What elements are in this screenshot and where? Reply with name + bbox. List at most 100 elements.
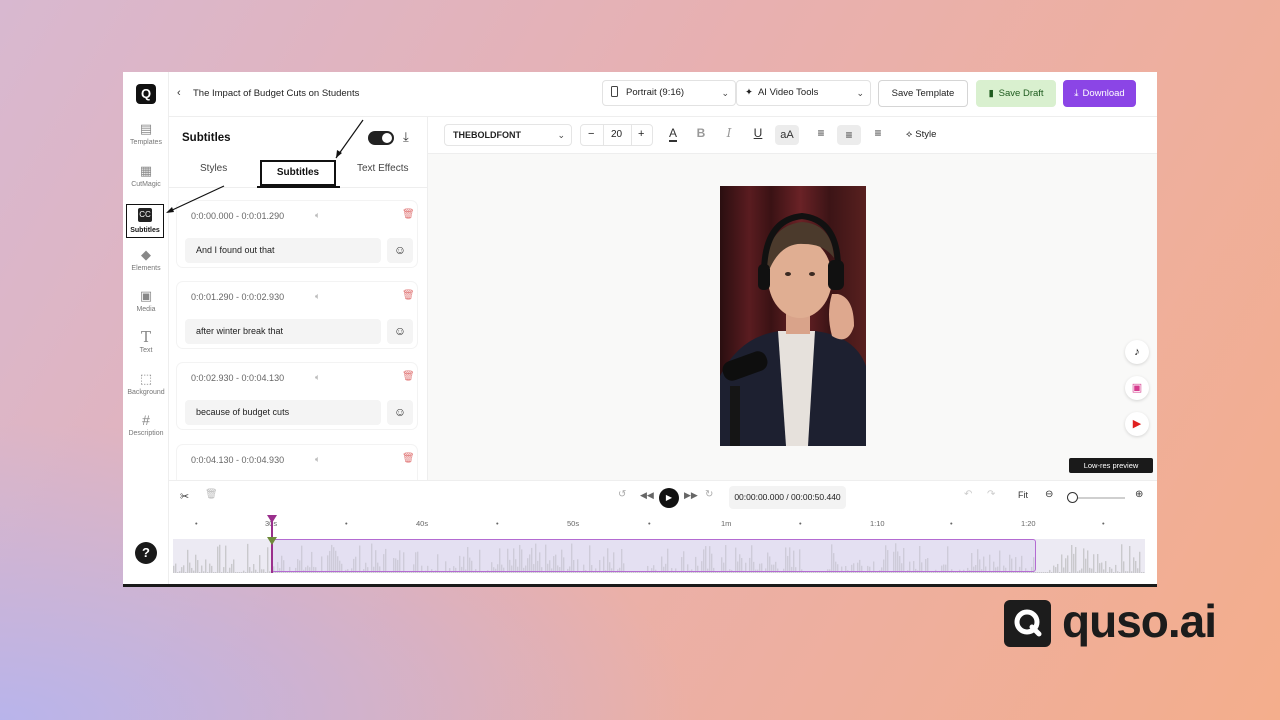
selected-clip-range[interactable] (271, 539, 1036, 572)
waveform-bar (1035, 572, 1037, 573)
back-arrow-icon[interactable]: ‹ (177, 87, 181, 99)
play-button[interactable]: ▶ (659, 488, 679, 508)
rail-item-templates[interactable]: ▤ Templates (123, 122, 169, 147)
skip-forward-icon[interactable]: ▶▶ (684, 490, 698, 501)
subtitle-segment[interactable]: 0:0:00.000 - 0:0:01.290 🔈︎ 🗑︎ And I foun… (177, 201, 417, 267)
reels-icon[interactable]: ▣ (1125, 376, 1149, 400)
fit-button[interactable]: Fit (1018, 490, 1028, 500)
waveform-bar (1083, 548, 1085, 573)
bold-icon[interactable]: B (691, 126, 711, 140)
waveform-bar (719, 572, 721, 573)
preview-canvas: Low-res preview ♪ ▣ ▶ (428, 154, 1157, 480)
shorts-icon[interactable]: ▶ (1125, 412, 1149, 436)
subtitle-segment[interactable]: 0:0:02.930 - 0:0:04.130 🔈︎ 🗑︎ because of… (177, 363, 417, 429)
aspect-ratio-select[interactable]: Portrait (9:16) ⌄ (602, 80, 736, 106)
speaker-icon[interactable]: 🔈︎ (315, 291, 320, 302)
waveform-bar (1105, 561, 1107, 573)
waveform-bar (209, 563, 211, 573)
ai-video-tools-select[interactable]: ✦ AI Video Tools ⌄ (736, 80, 871, 106)
waveform-bar (247, 543, 249, 573)
tiktok-icon[interactable]: ♪ (1125, 340, 1149, 364)
app-logo[interactable]: Q (136, 84, 156, 104)
tab-subtitles[interactable]: Subtitles (260, 160, 336, 186)
emoji-add-icon[interactable]: ☺ (387, 319, 413, 344)
trash-icon[interactable]: 🗑︎ (402, 290, 415, 301)
trash-icon[interactable]: 🗑︎ (402, 371, 415, 382)
rail-item-elements[interactable]: ◆ Elements (123, 248, 169, 273)
download-button[interactable]: ⤓ Download (1063, 80, 1136, 107)
emoji-add-icon[interactable]: ☺ (387, 400, 413, 425)
scissors-icon[interactable]: ✂ (180, 490, 189, 503)
rail-item-subtitles[interactable]: CC Subtitles (126, 204, 164, 238)
decrease-size-button[interactable]: − (588, 128, 594, 140)
zoom-out-icon[interactable]: ⊖ (1045, 489, 1053, 500)
rewind-icon[interactable]: ↺ (618, 489, 626, 500)
waveform-bar (1063, 567, 1065, 573)
segment-time[interactable]: 0:0:00.000 - 0:0:01.290 (191, 211, 284, 221)
playhead-handle[interactable] (267, 515, 277, 523)
forward-icon[interactable]: ↻ (705, 489, 713, 500)
skip-back-icon[interactable]: ◀◀ (640, 490, 654, 501)
rail-item-media[interactable]: ▣ Media (123, 288, 169, 314)
image-icon: ▣ (139, 288, 153, 303)
subtitle-segment[interactable]: 0:0:04.130 - 0:0:04.930 🔈︎ 🗑︎ (177, 445, 417, 480)
hash-icon: # (142, 412, 150, 428)
document-title[interactable]: The Impact of Budget Cuts on Students (193, 88, 359, 99)
rail-item-cutmagic[interactable]: ▦ CutMagic (123, 164, 169, 189)
italic-icon[interactable]: I (719, 126, 739, 140)
underline-icon[interactable]: U (748, 126, 768, 140)
subtitles-toggle[interactable] (368, 131, 394, 145)
style-button[interactable]: ⟡ Style (906, 129, 936, 140)
waveform-bar (1125, 571, 1127, 573)
waveform-bar (781, 572, 783, 573)
speaker-icon[interactable]: 🔈︎ (315, 210, 320, 221)
segment-time[interactable]: 0:0:02.930 - 0:0:04.130 (191, 373, 284, 383)
segment-time[interactable]: 0:0:01.290 - 0:0:02.930 (191, 292, 284, 302)
save-template-button[interactable]: Save Template (878, 80, 968, 107)
segment-time[interactable]: 0:0:04.130 - 0:0:04.930 (191, 455, 284, 465)
help-button[interactable]: ? (135, 542, 157, 564)
ruler-tick: 40s (416, 519, 429, 528)
increase-size-button[interactable]: + (638, 128, 644, 140)
font-size-value[interactable]: 20 (611, 129, 622, 140)
tab-styles[interactable]: Styles (200, 163, 227, 174)
emoji-add-icon[interactable]: ☺ (387, 238, 413, 263)
trash-icon[interactable]: 🗑︎ (205, 489, 218, 500)
segment-text-field[interactable]: And I found out that (185, 238, 381, 263)
font-select[interactable]: THEBOLDFONT ⌄ (444, 124, 572, 146)
text-color-icon[interactable]: A (663, 126, 683, 142)
tab-text-effects[interactable]: Text Effects (357, 163, 409, 174)
waveform-bar (659, 572, 661, 573)
zoom-slider-handle[interactable] (1067, 492, 1078, 503)
waveform-bar (629, 572, 631, 573)
rail-label: Text (139, 347, 153, 354)
waveform-bar (211, 565, 213, 573)
speaker-icon[interactable]: 🔈︎ (315, 454, 320, 465)
speaker-icon[interactable]: 🔈︎ (315, 372, 320, 383)
download-icon[interactable]: ⤓ (403, 129, 409, 145)
rail-item-description[interactable]: # Description (123, 413, 169, 437)
text-case-icon[interactable]: aA (775, 125, 799, 145)
trash-icon[interactable]: 🗑︎ (402, 209, 415, 220)
segment-text-field[interactable]: after winter break that (185, 319, 381, 344)
subtitle-segment[interactable]: 0:0:01.290 - 0:0:02.930 🔈︎ 🗑︎ after wint… (177, 282, 417, 348)
waveform-bar (245, 572, 247, 573)
zoom-in-icon[interactable]: ⊕ (1135, 489, 1143, 500)
align-right-icon[interactable]: ≡ (868, 126, 888, 140)
trash-icon[interactable]: 🗑︎ (402, 453, 415, 464)
timecode-display: 00:00:00.000 / 00:00:50.440 (729, 486, 846, 509)
video-preview[interactable] (720, 186, 866, 446)
align-center-icon[interactable]: ≡ (837, 125, 861, 145)
download-label: Download (1082, 88, 1125, 99)
waveform-bar (485, 571, 487, 573)
undo-icon[interactable]: ↶ (964, 489, 972, 500)
save-draft-button[interactable]: ▮ Save Draft (976, 80, 1056, 107)
segment-text-field[interactable]: because of budget cuts (185, 400, 381, 425)
waveform-bar (1129, 545, 1131, 573)
rail-item-background[interactable]: ⬚ Background (123, 372, 169, 397)
align-left-icon[interactable]: ≡ (811, 126, 831, 140)
redo-icon[interactable]: ↷ (987, 489, 995, 500)
rail-item-text[interactable]: T Text (123, 330, 169, 355)
chevron-down-icon: ⌄ (557, 130, 565, 140)
waveform-bar (1053, 565, 1055, 573)
